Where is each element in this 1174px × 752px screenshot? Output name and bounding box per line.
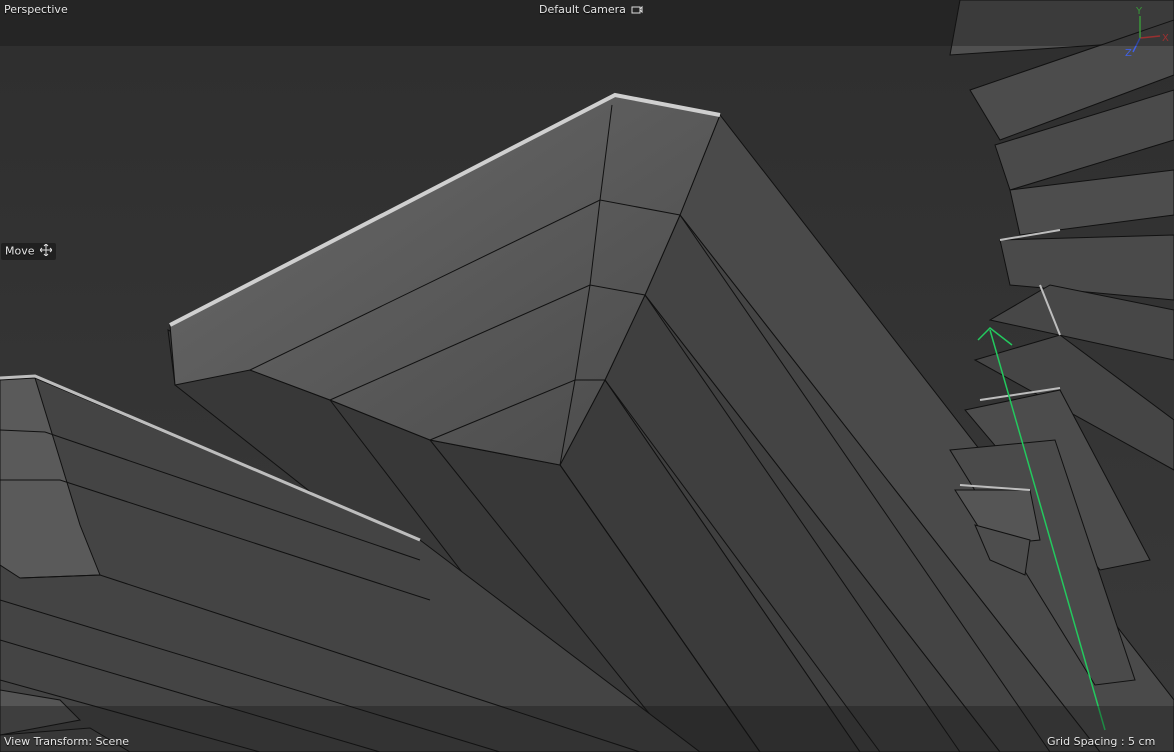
active-tool-indicator[interactable]: Move — [1, 243, 56, 260]
camera-name: Default Camera — [539, 3, 626, 16]
view-mode-text: Perspective — [4, 3, 68, 16]
grid-spacing-text: Grid Spacing : 5 cm — [1047, 735, 1156, 748]
viewport-footer-shade — [0, 706, 1174, 752]
gizmo-z-label: Z — [1125, 48, 1132, 59]
camera-selector[interactable]: Default Camera — [539, 3, 643, 17]
view-mode-label[interactable]: Perspective — [4, 3, 68, 16]
3d-viewport[interactable]: X Y Z Perspective Default Camera Move Vi… — [0, 0, 1174, 752]
scene-render[interactable]: X Y Z — [0, 0, 1174, 752]
grid-spacing-label: Grid Spacing : 5 cm — [1047, 735, 1155, 748]
view-transform-label: View Transform: Scene — [4, 735, 129, 748]
active-tool-name: Move — [5, 244, 35, 258]
camera-icon — [631, 4, 643, 17]
move-icon — [39, 243, 53, 259]
view-transform-text: View Transform: Scene — [4, 735, 130, 748]
